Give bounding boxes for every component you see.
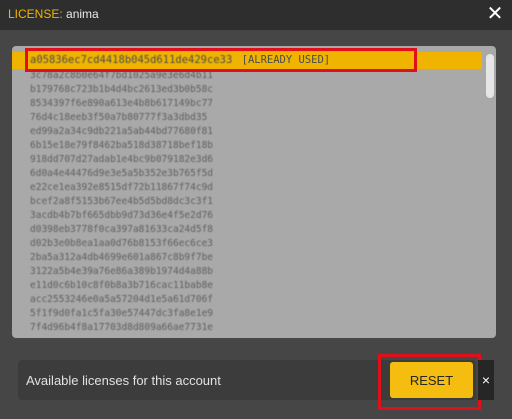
license-row[interactable]: b179768c723b1b4d4bc2613ed3b0b58c bbox=[12, 83, 482, 97]
license-row[interactable]: d02b3e0b8ea1aa0d76b8153f66ec6ce3 bbox=[12, 237, 482, 251]
license-row-selected[interactable]: a05836ec7cd4418b045d611de429ce33 [ALREAD… bbox=[12, 52, 482, 69]
license-row[interactable]: e22ce1ea392e8515df72b11867f74c9d bbox=[12, 181, 482, 195]
reset-button[interactable]: RESET bbox=[390, 362, 473, 398]
title-value: anima bbox=[66, 7, 99, 21]
license-row[interactable]: 8534397f6e890a613e4b8b617149bc77 bbox=[12, 97, 482, 111]
license-row[interactable]: 3acdb4b7bf665dbb9d73d36e4f5e2d76 bbox=[12, 209, 482, 223]
title-bar: LICENSE: anima ✕ bbox=[0, 0, 512, 30]
license-row[interactable]: 6b15e18e79f8462ba518d38718bef18b bbox=[12, 139, 482, 153]
close-icon[interactable]: ✕ bbox=[484, 3, 506, 25]
scrollbar[interactable] bbox=[486, 54, 494, 330]
license-row[interactable]: 7f4d96b4f8a17703d8d809a66ae7731e bbox=[12, 321, 482, 332]
license-row[interactable]: 76d4c18eeb3f50a7b80777f3a3dbd35 bbox=[12, 111, 482, 125]
license-list-panel: a05836ec7cd4418b045d611de429ce33 [ALREAD… bbox=[12, 46, 496, 338]
license-window: a05836ec7cd4418b045d611de429ce33 [ALREAD… bbox=[0, 30, 512, 419]
license-list[interactable]: a05836ec7cd4418b045d611de429ce33 [ALREAD… bbox=[12, 52, 482, 332]
reset-close-icon[interactable]: × bbox=[478, 360, 494, 400]
license-row[interactable]: 2ba5a312a4db4699e601a867c8b9f7be bbox=[12, 251, 482, 265]
license-row[interactable]: 3122a5b4e39a76e86a389b1974d4a88b bbox=[12, 265, 482, 279]
title-label: LICENSE: bbox=[8, 7, 63, 21]
license-row[interactable]: bcef2a8f5153b67ee4b5d5bd8dc3c3f1 bbox=[12, 195, 482, 209]
license-row[interactable]: acc2553246e0a5a57204d1e5a61d706f bbox=[12, 293, 482, 307]
license-row[interactable]: e11d0c6b10c8f0b8a3b716cac11bab8e bbox=[12, 279, 482, 293]
scrollbar-thumb[interactable] bbox=[486, 54, 494, 98]
license-row[interactable]: ed99a2a34c9db221a5ab44bd77680f81 bbox=[12, 125, 482, 139]
license-key: a05836ec7cd4418b045d611de429ce33 bbox=[30, 54, 233, 66]
available-licenses-label: Available licenses for this account bbox=[26, 373, 221, 388]
license-row[interactable]: 5f1f9d0fa1c5fa30e57447dc3fa8e1e9 bbox=[12, 307, 482, 321]
license-row[interactable]: 3c78a2c8b0e64f7bd1025a9e3e6d4b11 bbox=[12, 69, 482, 83]
license-row[interactable]: d0398eb3778f0ca397a81633ca24d5f8 bbox=[12, 223, 482, 237]
license-row[interactable]: 6d0a4e44476d9e3e5a5b352e3b765f5d bbox=[12, 167, 482, 181]
window-title: LICENSE: anima bbox=[8, 7, 99, 21]
license-status: [ALREADY USED] bbox=[241, 54, 331, 66]
license-row[interactable]: 918dd707d27adab1e4bc9b079182e3d6 bbox=[12, 153, 482, 167]
